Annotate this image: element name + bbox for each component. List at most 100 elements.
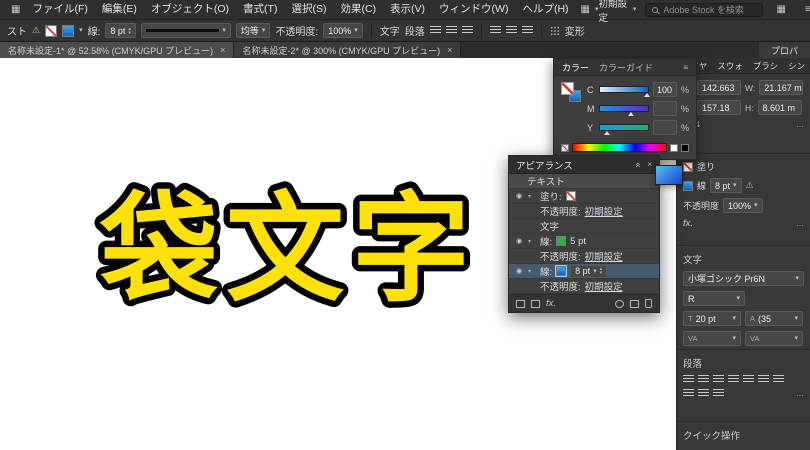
paragraph-more-icon[interactable]: … — [796, 389, 804, 398]
stroke-style-select[interactable]: ▾ — [141, 23, 231, 38]
appearance-row-stroke-8pt[interactable]: ◉ ▾ 線: 8 pt ▾ ▴▾ — [509, 264, 659, 279]
close-icon[interactable]: × — [647, 160, 652, 169]
expand-chevron-icon[interactable]: ▾ — [528, 268, 536, 275]
justify-left-icon[interactable] — [728, 375, 739, 384]
document-tab-1[interactable]: 名称未設定-1* @ 52.58% (CMYK/GPU プレビュー) × — [0, 42, 234, 58]
appearance-more-icon[interactable]: … — [796, 219, 804, 228]
justify-all-icon[interactable] — [773, 375, 784, 384]
fill-stroke-indicator[interactable] — [561, 82, 581, 102]
panel-tab[interactable]: シン — [783, 60, 810, 72]
menu-item[interactable]: 選択(S) — [284, 0, 333, 19]
panel-tab[interactable]: スウォ — [712, 60, 748, 72]
yellow-slider[interactable] — [599, 124, 649, 131]
character-panel-link[interactable]: 文字 — [380, 23, 400, 38]
reference-point-icon[interactable] — [550, 26, 560, 36]
clear-appearance-icon[interactable] — [615, 300, 624, 308]
indent-right-icon[interactable] — [698, 389, 709, 398]
font-style-select[interactable]: R ▾ — [683, 291, 745, 306]
tab-properties[interactable]: プロパ — [759, 42, 810, 58]
stock-search-input[interactable]: Adobe Stock を検索 — [645, 3, 762, 17]
delete-item-icon[interactable] — [645, 299, 652, 308]
duplicate-item-icon[interactable] — [630, 300, 639, 308]
font-family-select[interactable]: 小塚ゴシック Pr6N ▾ — [683, 271, 804, 286]
opacity-default-link[interactable]: 初期設定 — [585, 279, 623, 293]
align-right-icon[interactable] — [462, 26, 473, 35]
appearance-panel-title-bar[interactable]: アピアランス « × — [509, 156, 659, 174]
stroke-color-swatch[interactable] — [62, 25, 74, 37]
magenta-value-field[interactable] — [653, 101, 677, 116]
indent-left-icon[interactable] — [683, 389, 694, 398]
align-left-icon[interactable] — [430, 26, 441, 35]
app-grid-icon[interactable]: ▦ — [6, 4, 25, 15]
height-field[interactable]: 8.601 m — [758, 100, 802, 115]
fill-swatch[interactable] — [683, 162, 693, 172]
stroke-width-field[interactable]: 8 pt ▾ — [710, 178, 742, 193]
opacity-default-link[interactable]: 初期設定 — [585, 204, 623, 218]
appearance-row-fill-opacity[interactable]: 不透明度: 初期設定 — [509, 204, 659, 219]
justify-right-icon[interactable] — [522, 26, 533, 35]
align-center-icon[interactable] — [698, 375, 709, 384]
appearance-row-stroke5-opacity[interactable]: 不透明度: 初期設定 — [509, 249, 659, 264]
cyan-value-field[interactable]: 100 — [653, 82, 677, 97]
opacity-default-link[interactable]: 初期設定 — [585, 249, 623, 263]
fill-proxy-swatch[interactable] — [561, 82, 574, 95]
fx-button[interactable]: fx. — [683, 218, 693, 229]
new-fill-icon[interactable] — [531, 300, 540, 308]
width-profile-select[interactable]: 均等 ▾ — [236, 23, 271, 38]
fill-none-swatch[interactable] — [566, 191, 576, 201]
visibility-eye-icon[interactable]: ◉ — [514, 267, 524, 275]
menu-item[interactable]: ファイル(F) — [25, 0, 94, 19]
justify-center-icon[interactable] — [506, 26, 517, 35]
transform-link[interactable]: 変形 — [565, 23, 585, 38]
panel-tab[interactable]: ブラシ — [748, 60, 783, 72]
yellow-value-field[interactable] — [653, 120, 677, 135]
none-swatch[interactable] — [561, 144, 569, 152]
menu-item[interactable]: ヘルプ(H) — [515, 0, 575, 19]
magenta-slider[interactable] — [599, 105, 649, 112]
width-field[interactable]: 21.167 m — [759, 80, 803, 95]
appearance-row-characters[interactable]: 文字 — [509, 219, 659, 234]
font-size-field[interactable]: T 20 pt ▾ — [683, 311, 741, 326]
justify-center-icon[interactable] — [743, 375, 754, 384]
close-icon[interactable]: × — [447, 45, 452, 55]
y-position-field[interactable]: 157.18 — [697, 100, 741, 115]
stroke-green-swatch[interactable] — [556, 236, 566, 246]
tracking-field[interactable]: VA ▾ — [745, 331, 803, 346]
fill-color-swatch[interactable] — [45, 25, 57, 37]
menu-item[interactable]: 書式(T) — [236, 0, 284, 19]
visibility-eye-icon[interactable]: ◉ — [514, 237, 524, 245]
arrange-documents-icon[interactable]: ▦ — [576, 4, 595, 15]
headline-text[interactable]: 袋文字 — [99, 180, 478, 318]
color-spectrum[interactable] — [572, 143, 667, 152]
tab-color[interactable]: カラー — [562, 61, 589, 74]
panel-menu-icon[interactable]: ≡ — [800, 4, 810, 15]
leading-field[interactable]: A (35 ▾ — [745, 311, 803, 326]
stroke-width-stepper[interactable]: 8 pt ▾ ▴▾ — [570, 265, 607, 278]
new-stroke-icon[interactable] — [516, 300, 525, 308]
workspace-grid-icon[interactable]: ▦ — [772, 4, 791, 15]
opacity-field[interactable]: 100% ▾ — [723, 198, 763, 213]
stepper-icon[interactable]: ▴▾ — [128, 27, 131, 35]
collapse-icon[interactable]: « — [634, 162, 644, 167]
visibility-eye-icon[interactable]: ◉ — [514, 192, 524, 200]
menu-item[interactable]: 編集(E) — [95, 0, 144, 19]
more-options-icon[interactable]: … — [796, 120, 804, 129]
expand-chevron-icon[interactable]: ▾ — [528, 238, 536, 245]
kerning-field[interactable]: VA ▾ — [683, 331, 741, 346]
menu-item[interactable]: 効果(C) — [333, 0, 383, 19]
white-swatch[interactable] — [670, 144, 678, 152]
menu-item[interactable]: オブジェクト(O) — [144, 0, 236, 19]
justify-left-icon[interactable] — [490, 26, 501, 35]
cyan-slider[interactable] — [599, 86, 649, 93]
menu-item[interactable]: 表示(V) — [383, 0, 432, 19]
justify-right-icon[interactable] — [758, 375, 769, 384]
new-effect-button[interactable]: fx. — [546, 298, 556, 309]
menu-item[interactable]: ウィンドウ(W) — [432, 0, 515, 19]
stroke-blue-swatch[interactable] — [556, 266, 566, 276]
workspace-switcher[interactable]: 初期設定 ▾ — [599, 0, 637, 24]
appearance-row-stroke8-opacity[interactable]: 不透明度: 初期設定 — [509, 279, 659, 294]
close-icon[interactable]: × — [220, 45, 225, 55]
indent-first-line-icon[interactable] — [713, 389, 724, 398]
align-left-icon[interactable] — [683, 375, 694, 384]
opacity-field[interactable]: 100% ▾ — [323, 23, 363, 38]
